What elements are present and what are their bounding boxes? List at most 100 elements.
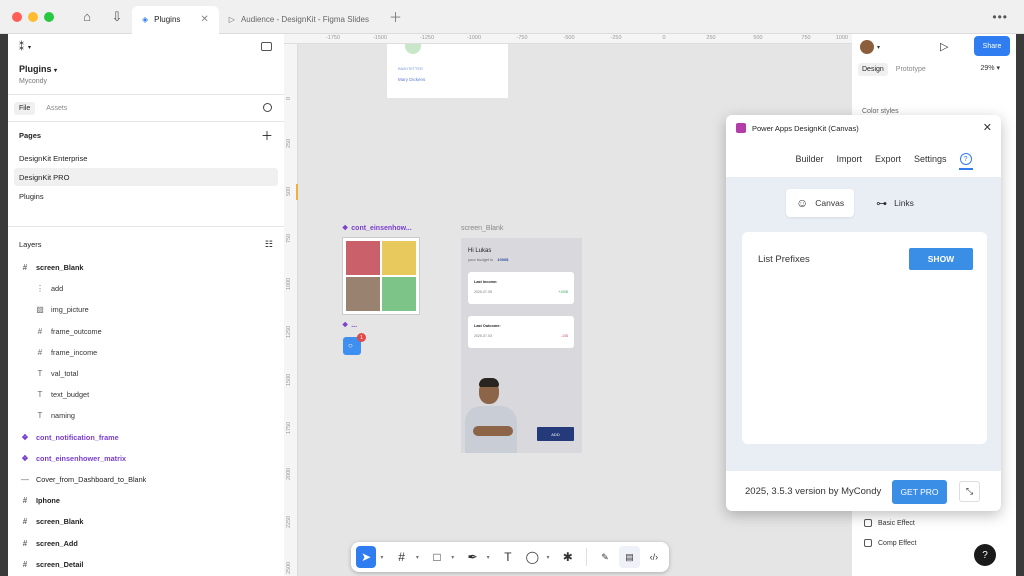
avatar[interactable]	[860, 40, 874, 54]
layer-item[interactable]: Tval_total	[8, 363, 284, 384]
layer-item[interactable]: # screen_Detail	[8, 554, 284, 575]
ruler-tick: 0	[662, 35, 666, 41]
comment-tool-icon[interactable]: ◯	[522, 546, 542, 568]
tab-design[interactable]: Design	[858, 62, 888, 76]
maximize-window-button[interactable]	[44, 11, 54, 22]
chevron-down-icon[interactable]: ▾	[877, 44, 880, 51]
close-tab-icon[interactable]: ✕	[200, 14, 208, 25]
checkbox[interactable]	[864, 519, 872, 527]
move-tool-icon[interactable]: ➤	[356, 546, 377, 568]
layer-item[interactable]: Tnaming	[8, 405, 284, 426]
bell-icon: ○	[348, 341, 353, 350]
chevron-down-icon[interactable]: ▾	[547, 554, 550, 561]
effect-item[interactable]: Comp Effect	[864, 539, 916, 547]
notification-frame[interactable]: ○ 1	[343, 333, 366, 355]
layer-item[interactable]: ❖ cont_einsenhower_matrix	[8, 448, 284, 469]
person-image	[465, 374, 521, 453]
layer-item[interactable]: # frame_income	[8, 342, 284, 363]
chevron-down-icon[interactable]: ▾	[416, 554, 419, 561]
layer-item[interactable]: ⋮ add	[8, 278, 284, 299]
show-button[interactable]: SHOW	[909, 248, 973, 270]
import-icon[interactable]: ⇩	[102, 0, 132, 34]
effect-item[interactable]: Basic Effect	[864, 519, 915, 527]
plugin-title: Power Apps DesignKit (Canvas)	[752, 123, 859, 133]
nav-export[interactable]: Export	[875, 154, 901, 164]
dev-mode-icon[interactable]: ‹/›	[644, 546, 664, 568]
new-tab-icon[interactable]: ＋	[389, 7, 402, 26]
chevron-down-icon[interactable]: ▾	[380, 554, 383, 561]
pen-tool-icon[interactable]: ✒	[462, 546, 482, 568]
tab-assets[interactable]: Assets	[41, 102, 72, 115]
add-page-icon[interactable]: ＋	[261, 127, 273, 144]
layer-item[interactable]: # frame_outcome	[8, 321, 284, 342]
checkbox[interactable]	[864, 539, 872, 547]
more-icon[interactable]: •••	[992, 10, 1008, 24]
layer-item[interactable]: — Cover_from_Dashboard_to_Blank	[8, 469, 284, 490]
close-window-button[interactable]	[12, 11, 22, 22]
mode-links[interactable]: ⊶ Links	[866, 189, 924, 217]
help-tab[interactable]: ?	[958, 153, 973, 170]
nav-import[interactable]: Import	[836, 154, 862, 164]
tab-prototype[interactable]: Prototype	[892, 63, 930, 76]
home-icon[interactable]: ⌂	[72, 0, 102, 34]
get-pro-button[interactable]: GET PRO	[892, 480, 947, 504]
text-icon: T	[37, 390, 43, 400]
image-icon: ▧	[36, 305, 44, 315]
figma-logo-icon: ⁑	[19, 42, 24, 53]
layer-item[interactable]: ▧ img_picture	[8, 299, 284, 320]
chevron-down-icon[interactable]: ▾	[487, 554, 490, 561]
avatar	[405, 44, 421, 54]
layer-item[interactable]: Ttext_budget	[8, 384, 284, 405]
design-mode-icon[interactable]: ▤	[619, 546, 640, 568]
chevron-down-icon[interactable]: ▾	[451, 554, 454, 561]
ruler-tick: -1750	[325, 35, 341, 41]
eisenhower-matrix[interactable]	[343, 238, 419, 314]
layer-item[interactable]: # screen_Add	[8, 532, 284, 553]
layer-item[interactable]: # Iphone	[8, 490, 284, 511]
tab-audience[interactable]: ▷ Audience - DesignKit - Figma Slides	[219, 6, 379, 34]
layers-header: Layers ☷	[8, 231, 284, 257]
main-menu[interactable]: ⁑ ▾	[19, 42, 273, 53]
nav-builder[interactable]: Builder	[795, 154, 823, 164]
layer-item[interactable]: ❖ cont_notification_frame	[8, 427, 284, 448]
zoom-level[interactable]: 29% ▾	[981, 64, 1000, 72]
share-button[interactable]: Share	[974, 36, 1010, 56]
collapse-icon[interactable]: ⤡	[959, 481, 980, 502]
screen-blank-frame[interactable]: Hi Lukas your budget is 1000$ Last Incom…	[461, 238, 582, 453]
matrix-label[interactable]: ❖ cont_einsenhow...	[342, 224, 412, 233]
actions-tool-icon[interactable]: ✱	[558, 546, 578, 568]
close-icon[interactable]: ✕	[983, 121, 992, 134]
page-item[interactable]: DesignKit PRO	[14, 168, 278, 186]
nav-settings[interactable]: Settings	[914, 154, 947, 164]
layer-item[interactable]: # screen_Blank	[8, 511, 284, 532]
ruler-top: -1750 -1500 -1250 -1000 -750 -500 -250 0…	[284, 34, 852, 44]
layer-filter-icon[interactable]: ☷	[265, 239, 273, 250]
notification-label[interactable]: ❖ ...	[342, 321, 357, 330]
frame-icon: #	[22, 496, 28, 506]
minimize-window-button[interactable]	[28, 11, 38, 22]
card-name: Mary Dickens	[398, 77, 426, 82]
shape-tool-icon[interactable]: □	[427, 546, 447, 568]
plugin-nav: Builder Import Export Settings ?	[726, 141, 1001, 177]
help-button[interactable]: ?	[974, 544, 996, 566]
title-bar: ⌂ ⇩ ◈ Plugins ✕ ▷ Audience - DesignKit -…	[0, 0, 1024, 34]
file-name[interactable]: Plugins ▾	[19, 64, 273, 74]
canvas-icon: ☺	[796, 196, 809, 210]
link-icon: ⊶	[876, 197, 888, 210]
tab-plugins[interactable]: ◈ Plugins ✕	[132, 5, 219, 34]
page-item[interactable]: Plugins	[14, 187, 278, 205]
frame-tool-icon[interactable]: #	[391, 546, 411, 568]
page-item[interactable]: DesignKit Enterprise	[14, 149, 278, 167]
search-icon[interactable]	[263, 103, 272, 112]
sidebar-toggle-icon[interactable]	[261, 42, 272, 51]
babysitter-card[interactable]: BABYSITTER Mary Dickens	[387, 44, 508, 98]
plugin-window: Power Apps DesignKit (Canvas) ✕ Builder …	[726, 115, 1001, 511]
screen-label[interactable]: screen_Blank	[461, 225, 503, 232]
draw-mode-icon[interactable]: ✎	[595, 546, 615, 568]
mode-canvas[interactable]: ☺ Canvas	[786, 189, 855, 217]
ruler-tick: 1000	[286, 277, 292, 290]
layer-item[interactable]: # screen_Blank	[8, 257, 284, 278]
tab-file[interactable]: File	[14, 101, 36, 115]
text-tool-icon[interactable]: T	[498, 546, 518, 568]
present-icon[interactable]: ▷	[940, 40, 948, 53]
